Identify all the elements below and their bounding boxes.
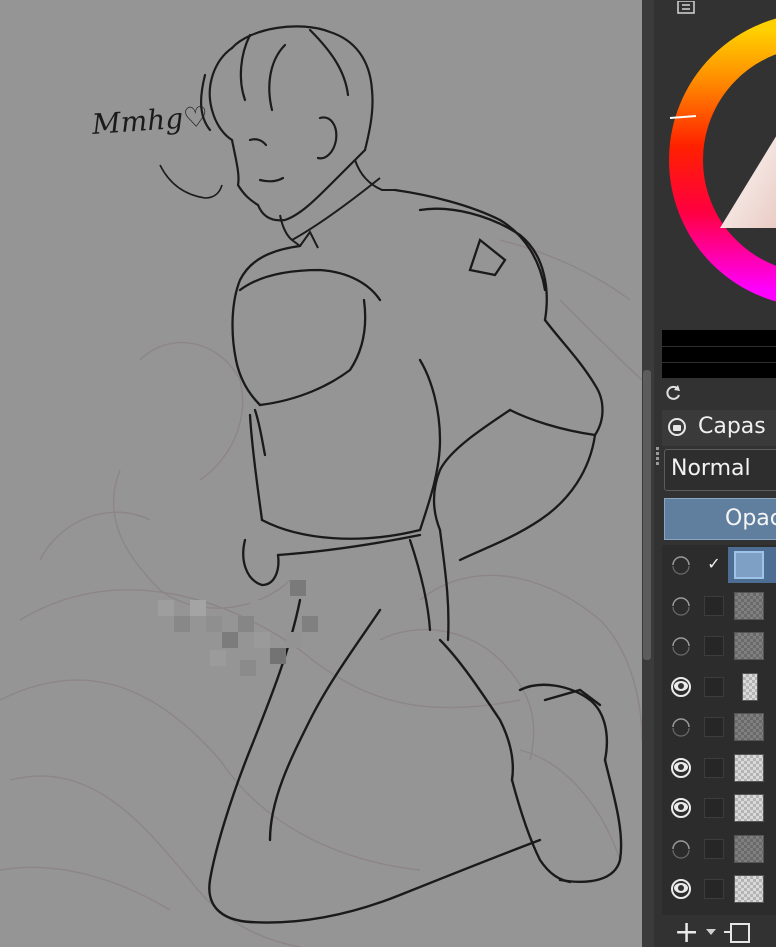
layer-row[interactable] <box>662 748 776 788</box>
blend-mode-select[interactable]: Normal <box>664 449 776 491</box>
eye-open-icon[interactable] <box>670 797 692 819</box>
drag-handle-icon[interactable] <box>656 445 662 467</box>
eye-open-icon[interactable] <box>670 757 692 779</box>
layer-thumbnail[interactable] <box>734 713 764 741</box>
sketch-artwork <box>0 25 642 947</box>
layer-thumbnail[interactable] <box>734 834 764 863</box>
layer-row[interactable] <box>662 667 776 707</box>
layer-thumbnail[interactable] <box>734 753 764 782</box>
layers-docker-header: Capas <box>662 410 776 446</box>
layer-row[interactable] <box>662 626 776 666</box>
layer-checkbox[interactable] <box>704 879 724 899</box>
opacity-slider[interactable]: Opac <box>664 498 776 540</box>
opacity-label: Opac <box>725 506 776 531</box>
layers-list: ✓ <box>662 545 776 915</box>
layer-row[interactable] <box>662 829 776 869</box>
layer-checkbox[interactable] <box>704 717 724 737</box>
drawing-canvas[interactable]: Mmhg♡ <box>0 0 642 947</box>
eye-closed-icon[interactable] <box>670 595 692 617</box>
layer-checkbox[interactable] <box>704 676 724 697</box>
check-icon: ✓ <box>707 554 721 573</box>
layer-thumbnail[interactable] <box>734 794 764 822</box>
eye-closed-icon[interactable] <box>670 635 692 657</box>
layer-thumbnail[interactable] <box>734 875 764 903</box>
eye-open-icon[interactable] <box>670 878 692 900</box>
lock-icon[interactable] <box>668 418 686 436</box>
layer-row[interactable]: ✓ <box>662 545 776 585</box>
docker-panel: Capas Normal Opac ✓ + <box>654 0 776 947</box>
eye-closed-icon[interactable] <box>670 716 692 738</box>
layer-row[interactable] <box>662 788 776 828</box>
color-history-bars[interactable] <box>662 330 776 378</box>
layer-row[interactable] <box>662 586 776 626</box>
layer-checkbox[interactable] <box>704 838 724 859</box>
eye-closed-icon[interactable] <box>670 554 692 576</box>
layers-title: Capas <box>698 414 766 439</box>
layer-checkbox[interactable] <box>704 636 724 656</box>
add-layer-icon[interactable]: + <box>674 918 699 947</box>
layer-thumbnail[interactable] <box>734 551 764 579</box>
eye-open-icon[interactable] <box>670 676 692 698</box>
scrollbar-thumb[interactable] <box>643 370 651 660</box>
color-wheel[interactable] <box>666 0 776 330</box>
chevron-down-icon[interactable] <box>706 929 716 935</box>
layer-thumbnail[interactable] <box>742 672 758 701</box>
layer-checkbox[interactable] <box>704 595 724 616</box>
eye-closed-icon[interactable] <box>670 838 692 860</box>
layer-row[interactable] <box>662 869 776 909</box>
layers-toolbar: + <box>662 917 776 947</box>
layer-thumbnail[interactable] <box>734 632 764 660</box>
layer-checkbox[interactable] <box>704 798 724 818</box>
layer-checkbox[interactable] <box>704 757 724 778</box>
duplicate-layer-icon[interactable] <box>724 923 750 943</box>
layer-checkbox[interactable]: ✓ <box>704 555 724 575</box>
refresh-icon[interactable] <box>664 384 684 404</box>
layer-row[interactable] <box>662 707 776 747</box>
layer-thumbnail[interactable] <box>734 591 764 620</box>
